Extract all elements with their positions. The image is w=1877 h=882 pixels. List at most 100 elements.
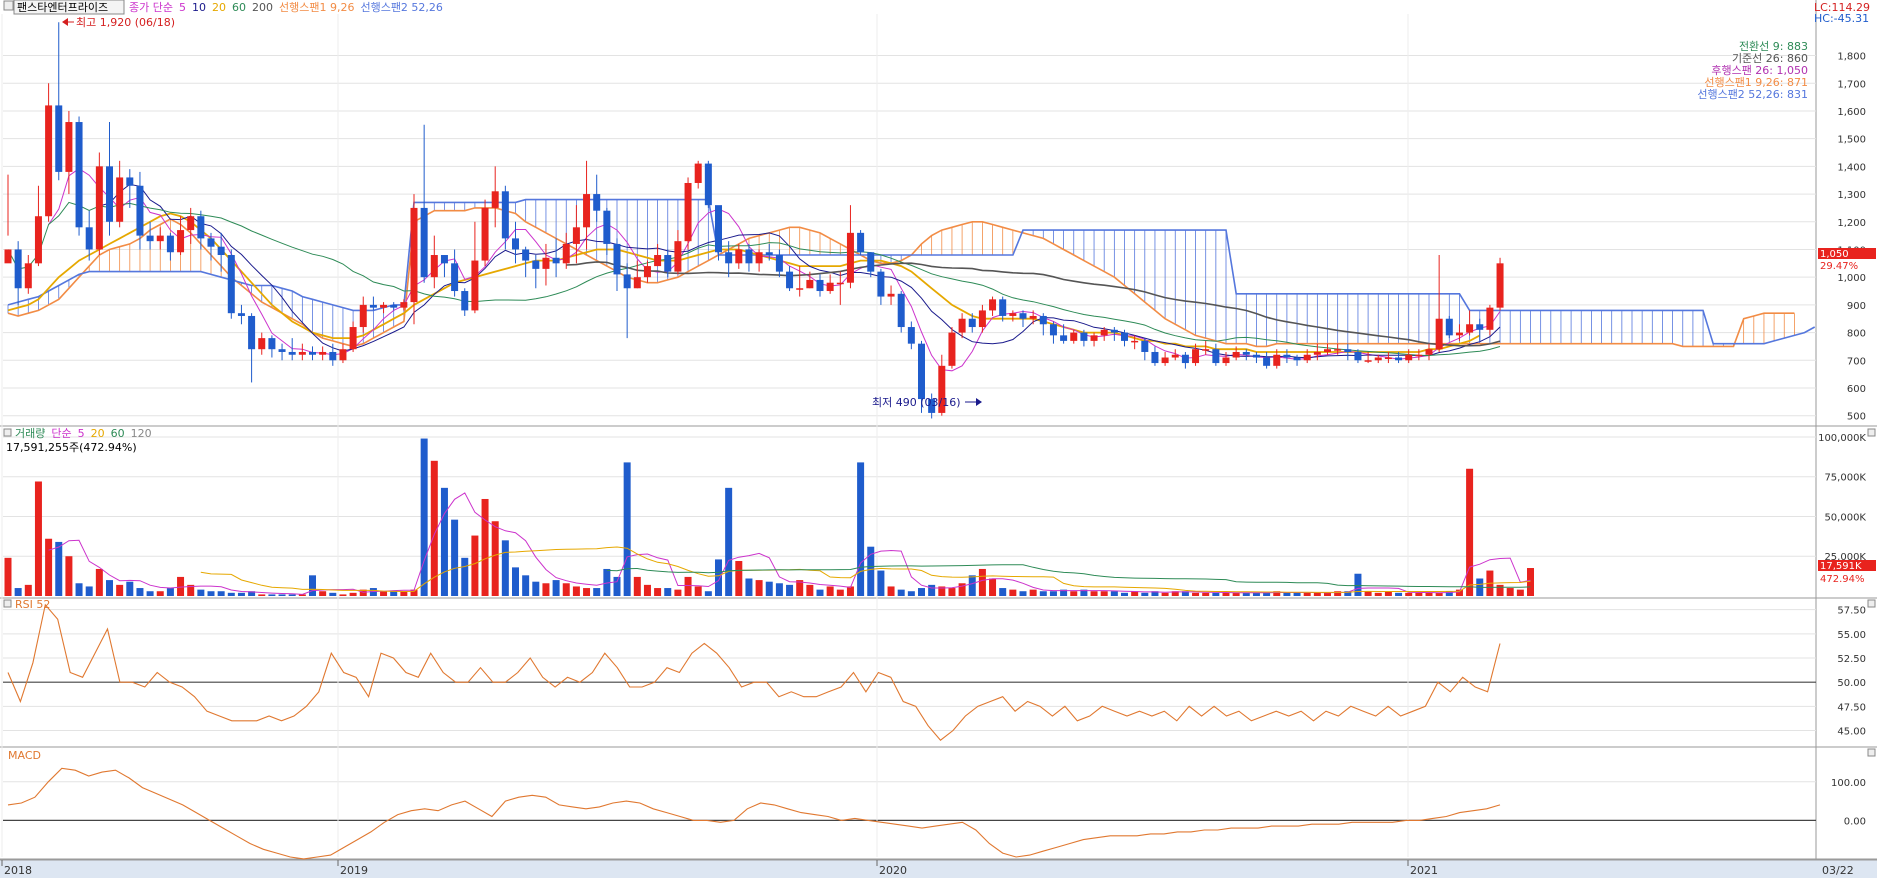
- volume-legend-item: 단순: [51, 427, 71, 440]
- volume-bar: [126, 581, 134, 596]
- volume-legend-item: 거래량: [15, 427, 45, 440]
- volume-bar: [664, 588, 672, 596]
- volume-bar: [877, 570, 885, 596]
- candle-body: [583, 194, 591, 228]
- candle-body: [1435, 318, 1443, 350]
- legend-item: 5: [179, 1, 186, 14]
- candle-body: [765, 252, 773, 256]
- volume-bar: [1506, 588, 1514, 596]
- company-name: 팬스타엔터프라이즈: [17, 1, 108, 14]
- panel-expand-icon[interactable]: [1867, 748, 1876, 757]
- volume-legend-item: 120: [131, 427, 152, 440]
- candle-body: [1324, 349, 1331, 352]
- volume-bar: [765, 581, 773, 596]
- volume-bar: [34, 481, 42, 596]
- candle-body: [187, 216, 195, 231]
- panel-expand-icon[interactable]: [1867, 428, 1876, 437]
- candle-body: [491, 191, 499, 208]
- panel-expand-icon[interactable]: [1867, 599, 1876, 608]
- volume-bar: [45, 538, 53, 596]
- candle-body: [400, 302, 408, 308]
- candle-body: [664, 255, 672, 272]
- candle-body: [1283, 354, 1291, 358]
- volume-bar: [1110, 591, 1118, 596]
- macd-label: MACD: [8, 749, 41, 762]
- candle-body: [166, 235, 174, 253]
- candle-body: [1110, 329, 1118, 333]
- candle-body: [1171, 354, 1179, 358]
- volume-bar: [349, 592, 357, 596]
- candle-body: [1181, 354, 1189, 364]
- candle-body: [1466, 324, 1474, 333]
- volume-bar: [968, 575, 976, 596]
- volume-bar: [451, 519, 459, 596]
- candle-body: [126, 177, 134, 186]
- volume-legend-item: 5: [78, 427, 85, 440]
- volume-bar: [857, 462, 865, 596]
- volume-bar: [715, 559, 722, 596]
- volume-bar: [522, 575, 530, 596]
- candle-body: [725, 252, 733, 264]
- panel-toggle-icon[interactable]: [3, 0, 14, 11]
- candle-body: [197, 216, 205, 239]
- candle-body: [999, 299, 1007, 316]
- volume-bar: [85, 586, 93, 596]
- date-axis-right-label: 03/22: [1822, 864, 1854, 877]
- candle-body: [1425, 349, 1433, 355]
- candle-body: [1263, 357, 1271, 366]
- candle-body: [1344, 349, 1352, 352]
- price-tick-label: 1,700: [1837, 79, 1866, 90]
- volume-bar: [136, 588, 144, 596]
- candle-body: [65, 122, 73, 172]
- volume-bar: [786, 584, 794, 596]
- candle-body: [1212, 349, 1220, 364]
- candle-body: [1029, 315, 1037, 319]
- volume-bar: [1354, 573, 1362, 596]
- candle-body: [1384, 357, 1392, 360]
- candle-body: [704, 163, 712, 206]
- candle-body: [694, 163, 702, 183]
- candle-body: [278, 349, 286, 352]
- volume-bar: [887, 586, 895, 596]
- price-tick-label: 700: [1847, 356, 1866, 367]
- volume-bar: [471, 535, 479, 596]
- candle-body: [1496, 263, 1504, 308]
- volume-legend-item: 60: [111, 427, 125, 440]
- volume-bar: [75, 583, 83, 596]
- rsi-tick-label: 47.50: [1837, 702, 1866, 713]
- volume-bar: [1395, 592, 1403, 596]
- candle-body: [319, 351, 327, 355]
- rsi-tick-label: 57.50: [1837, 606, 1866, 617]
- candle-body: [1293, 357, 1301, 361]
- volume-bar: [999, 588, 1007, 596]
- volume-bar: [237, 592, 245, 596]
- candle-body: [258, 338, 266, 350]
- candle-body: [369, 304, 377, 308]
- volume-bar: [1202, 592, 1210, 596]
- candle-body: [715, 205, 722, 253]
- volume-bar: [440, 487, 448, 596]
- volume-bar: [166, 588, 174, 596]
- panel-toggle-icon[interactable]: [3, 428, 12, 437]
- candle-body: [1354, 351, 1362, 361]
- price-tick-label: 1,400: [1837, 162, 1866, 173]
- candle-body: [867, 252, 875, 272]
- volume-bar: [816, 589, 824, 596]
- last-price: 1,050: [1820, 249, 1849, 260]
- volume-bar: [116, 584, 124, 596]
- volume-bar: [1019, 591, 1027, 596]
- volume-bar: [978, 568, 986, 596]
- panel-toggle-icon[interactable]: [3, 599, 12, 608]
- price-tick-label: 800: [1847, 329, 1866, 340]
- candle-body: [1080, 332, 1088, 341]
- volume-tick-label: 50,000K: [1824, 512, 1866, 523]
- price-tick-label: 1,000: [1837, 273, 1866, 284]
- candle-body: [897, 293, 905, 328]
- candle-body: [55, 105, 63, 172]
- date-axis-label: 2021: [1410, 864, 1438, 877]
- macd-tick-label: 0.00: [1844, 816, 1866, 827]
- volume-tick-label: 75,000K: [1824, 473, 1866, 484]
- volume-bar: [907, 591, 915, 596]
- candle-body: [177, 230, 185, 253]
- candle-body: [1009, 313, 1017, 316]
